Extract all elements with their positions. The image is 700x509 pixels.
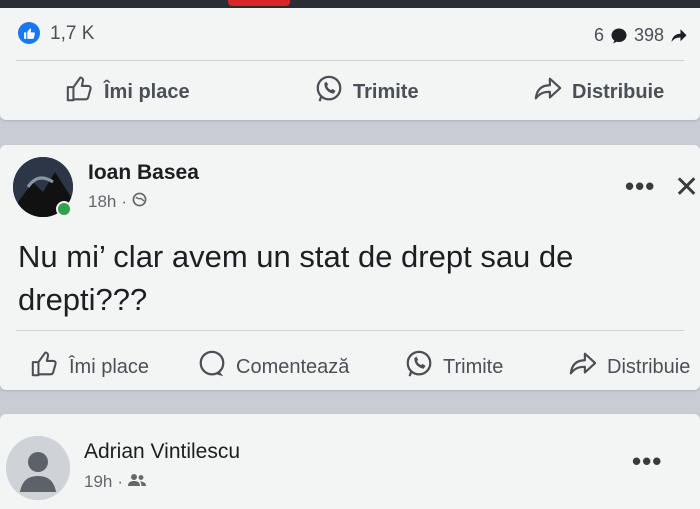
divider: [16, 330, 684, 331]
comment-count[interactable]: 6: [594, 25, 604, 46]
engagement-stats: 6 398: [594, 25, 688, 46]
reaction-count[interactable]: 1,7 K: [50, 23, 94, 45]
like-label: Îmi place: [104, 80, 190, 103]
meta-separator: ·: [121, 192, 128, 211]
online-status-dot: [56, 201, 72, 217]
share-button[interactable]: Distribuie: [533, 74, 664, 110]
comment-button[interactable]: Comentează: [197, 349, 349, 385]
thumbs-up-icon: [30, 349, 60, 385]
reactions-summary[interactable]: 1,7 K 6 398: [18, 22, 688, 48]
send-button[interactable]: Trimite: [404, 349, 503, 385]
whatsapp-icon: [314, 74, 344, 110]
post-body: Nu mi’ clar avem un stat de drept sau de…: [18, 239, 574, 317]
friends-icon: [128, 472, 147, 492]
share-arrow-icon: [533, 74, 563, 110]
globe-icon: [132, 192, 147, 212]
divider: [16, 60, 684, 61]
share-count[interactable]: 398: [634, 25, 664, 46]
top-strip: [0, 0, 700, 8]
like-label: Îmi place: [69, 355, 150, 378]
post-author[interactable]: Ioan Basea: [88, 161, 199, 185]
send-label: Trimite: [443, 355, 504, 378]
share-button[interactable]: Distribuie: [568, 349, 690, 385]
post-options-button[interactable]: •••: [625, 171, 655, 202]
comment-bubble-icon: [197, 349, 227, 385]
post-meta: 18h ·: [88, 192, 147, 212]
comment-count-icon: [610, 27, 628, 45]
send-button[interactable]: Trimite: [314, 74, 419, 110]
like-button[interactable]: Îmi place: [30, 349, 149, 385]
share-arrow-icon: [568, 349, 598, 385]
post-card: Ioan Basea 18h · ••• ✕ Nu mi’ clar avem …: [0, 145, 700, 390]
post-author[interactable]: Adrian Vintilescu: [84, 440, 240, 464]
post-meta: 19h ·: [84, 472, 147, 492]
whatsapp-icon: [404, 349, 434, 385]
post-card-next: Adrian Vintilescu 19h · •••: [0, 414, 700, 509]
share-label: Distribuie: [572, 80, 665, 103]
close-post-button[interactable]: ✕: [674, 170, 699, 205]
meta-separator: ·: [117, 472, 124, 491]
comment-label: Comentează: [236, 355, 350, 378]
post-card-previous: 1,7 K 6 398 Îmi place Trimite Distribuie: [0, 8, 700, 120]
share-count-icon: [670, 27, 688, 45]
post-time[interactable]: 18h: [88, 192, 116, 212]
notification-marker: [228, 0, 290, 6]
like-button[interactable]: Îmi place: [65, 74, 190, 110]
share-label: Distribuie: [607, 355, 691, 378]
like-reaction-icon: [18, 22, 40, 44]
post-options-button[interactable]: •••: [632, 446, 662, 477]
thumbs-up-icon: [65, 74, 95, 110]
send-label: Trimite: [353, 80, 419, 103]
post-time[interactable]: 19h: [84, 472, 112, 492]
avatar[interactable]: [6, 436, 70, 500]
